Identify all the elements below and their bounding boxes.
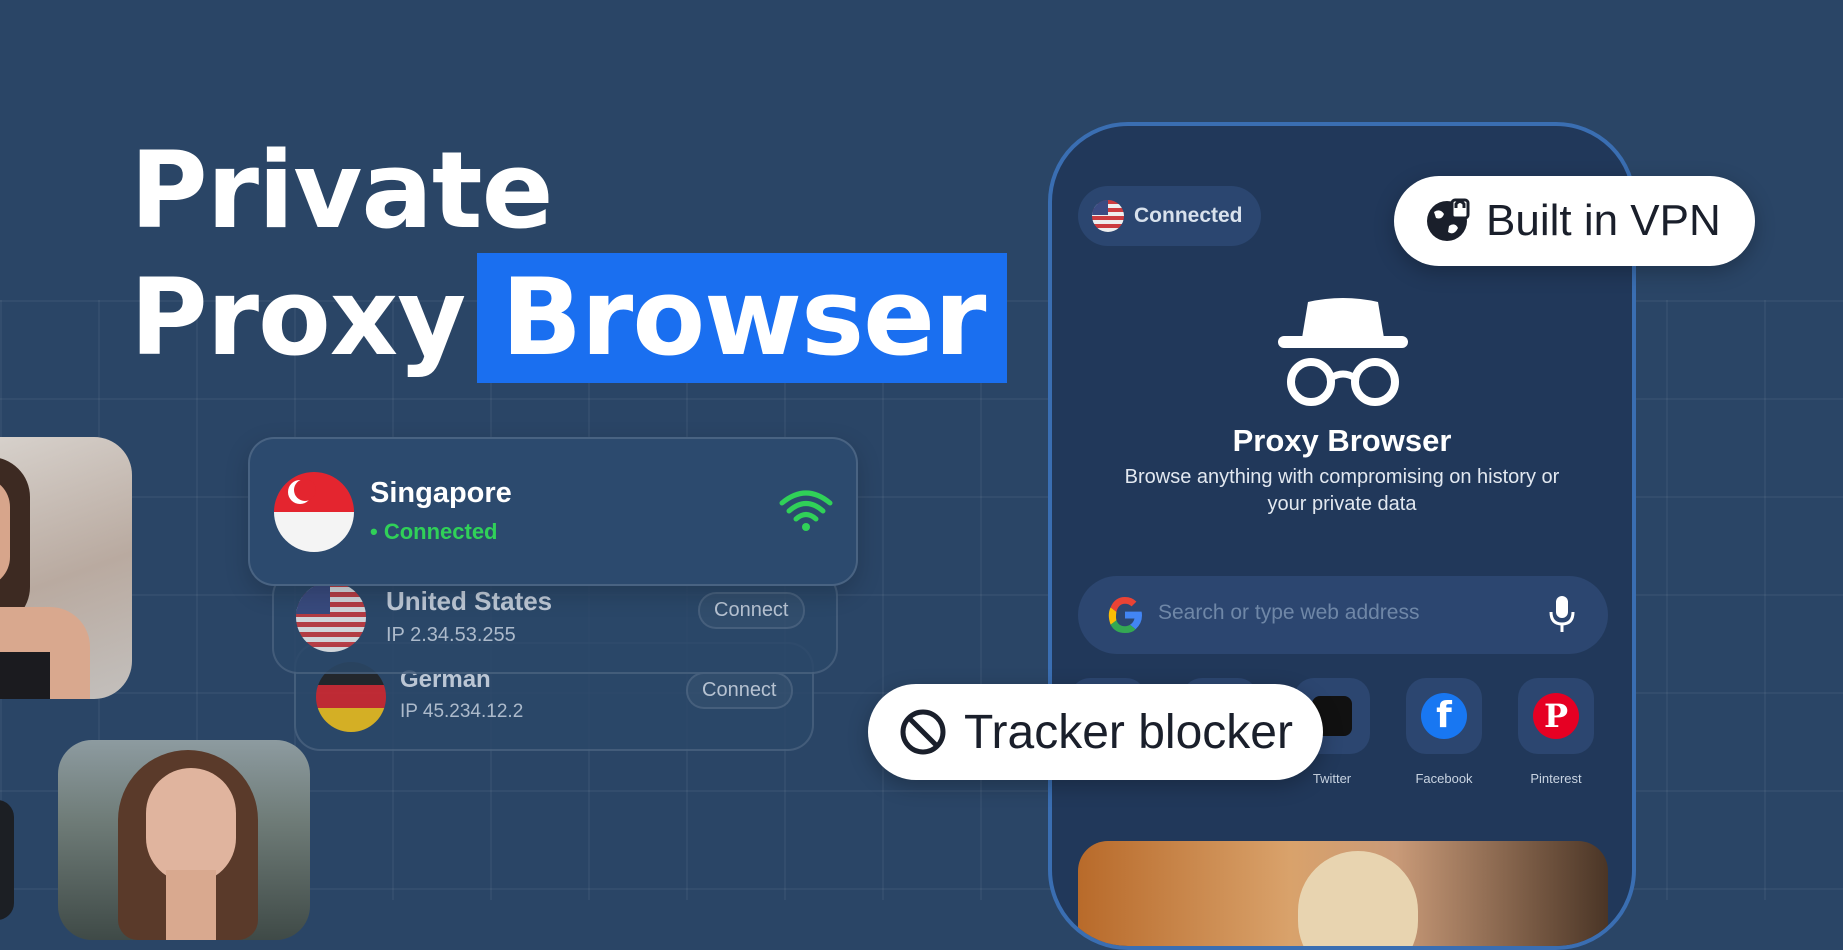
app-description: Browse anything with compromising on his… xyxy=(1124,466,1560,515)
facebook-icon: f xyxy=(1421,693,1467,739)
us-flag-icon xyxy=(296,582,366,652)
headline-highlight: Browser xyxy=(477,253,1008,383)
quick-link-label: Facebook xyxy=(1415,771,1473,786)
content-preview-image[interactable] xyxy=(1078,841,1608,946)
connection-status-pill[interactable]: Connected xyxy=(1078,186,1261,246)
incognito-icon xyxy=(1278,298,1408,406)
headline-word-proxy: Proxy xyxy=(130,256,466,379)
microphone-icon[interactable] xyxy=(1548,594,1576,634)
quick-link-label: Pinterest xyxy=(1530,771,1582,786)
headline-line-2: Proxy Browser xyxy=(130,253,1008,383)
tracker-badge-label: Tracker blocker xyxy=(964,705,1293,759)
wifi-signal-icon xyxy=(779,490,833,531)
user-photo xyxy=(0,800,14,920)
pinterest-icon: P xyxy=(1533,693,1579,739)
user-photo xyxy=(0,437,132,699)
status-label: Connected xyxy=(1134,204,1243,227)
search-placeholder: Search or type web address xyxy=(1158,601,1420,624)
connect-button[interactable]: Connect xyxy=(686,672,793,709)
ip-address: IP 2.34.53.255 xyxy=(386,624,516,646)
headline: Private Proxy Browser xyxy=(130,128,1008,383)
user-photo xyxy=(58,740,310,940)
connect-button[interactable]: Connect xyxy=(698,592,805,629)
vpn-globe-icon xyxy=(1427,198,1470,241)
app-title: Proxy Browser xyxy=(1232,423,1452,458)
search-bar[interactable]: Search or type web address xyxy=(1078,576,1608,654)
location-card-singapore[interactable]: Singapore • Connected xyxy=(248,437,858,586)
quick-link-pinterest[interactable]: P xyxy=(1518,678,1594,754)
google-icon xyxy=(1108,597,1142,633)
us-flag-icon xyxy=(1092,200,1124,232)
singapore-flag-icon xyxy=(274,472,354,552)
quick-link-facebook[interactable]: f xyxy=(1406,678,1482,754)
connection-status: • Connected xyxy=(370,519,498,544)
location-name: Singapore xyxy=(370,477,512,509)
ip-address: IP 45.234.12.2 xyxy=(400,701,524,722)
block-icon xyxy=(900,709,946,755)
location-name: United States xyxy=(386,586,553,616)
tracker-blocker-badge: Tracker blocker xyxy=(868,684,1323,780)
vpn-badge-label: Built in VPN xyxy=(1486,196,1721,245)
built-in-vpn-badge: Built in VPN xyxy=(1394,176,1755,266)
headline-line-1: Private xyxy=(130,129,554,252)
